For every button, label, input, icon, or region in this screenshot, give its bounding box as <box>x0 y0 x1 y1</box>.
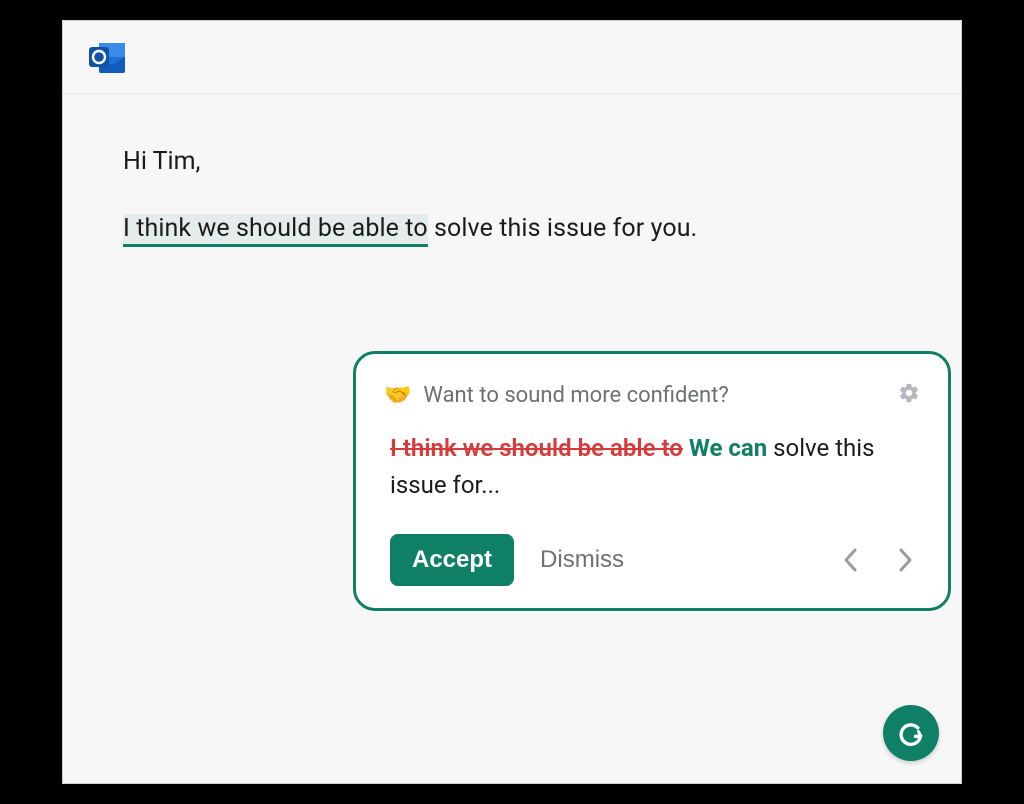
body-rest: solve this issue for you. <box>428 214 698 243</box>
app-window: Hi Tim, I think we should be able to sol… <box>62 20 962 784</box>
handshake-icon: 🤝 <box>384 383 411 408</box>
greeting-text: Hi Tim, <box>123 143 901 182</box>
rewrite-text: I think we should be able to We can solv… <box>384 430 920 504</box>
accept-button[interactable]: Accept <box>390 534 514 586</box>
insert-text: We can <box>683 434 767 462</box>
suggestion-card: 🤝 Want to sound more confident? I think … <box>353 351 951 611</box>
suggestion-title-row: 🤝 Want to sound more confident? <box>384 383 729 408</box>
strike-text: I think we should be able to <box>390 434 683 462</box>
outlook-icon <box>87 37 127 77</box>
suggestion-header: 🤝 Want to sound more confident? <box>384 382 920 408</box>
card-actions: Accept Dismiss <box>384 534 920 586</box>
dismiss-button[interactable]: Dismiss <box>536 534 628 586</box>
next-arrow-icon[interactable] <box>896 546 914 574</box>
app-header <box>63 21 961 95</box>
gear-icon[interactable] <box>898 382 920 408</box>
nav-arrows <box>842 546 914 574</box>
highlighted-phrase[interactable]: I think we should be able to <box>123 214 428 247</box>
body-line: I think we should be able to solve this … <box>123 210 901 249</box>
grammarly-fab[interactable] <box>883 705 939 761</box>
suggestion-title: Want to sound more confident? <box>423 383 728 408</box>
prev-arrow-icon[interactable] <box>842 546 860 574</box>
compose-area[interactable]: Hi Tim, I think we should be able to sol… <box>63 95 961 249</box>
